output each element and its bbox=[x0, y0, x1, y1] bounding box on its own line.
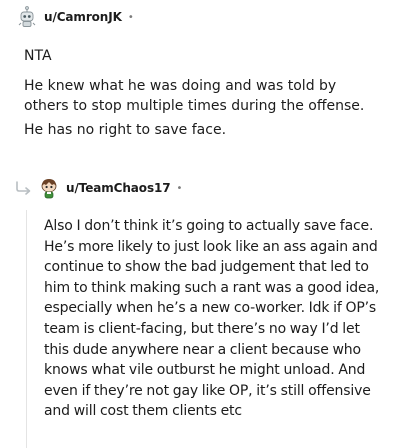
comment-paragraph: NTA bbox=[24, 48, 52, 64]
meta-separator: • bbox=[176, 182, 183, 194]
comment-header: u/CamronJK • bbox=[16, 5, 134, 29]
brown-hair-snoo-avatar-icon[interactable] bbox=[38, 177, 60, 199]
username-link[interactable]: u/TeamChaos17 bbox=[66, 181, 171, 195]
thread-line[interactable] bbox=[26, 210, 27, 448]
robot-snoo-avatar-icon[interactable] bbox=[16, 6, 38, 28]
meta-separator: • bbox=[127, 11, 134, 23]
comment-paragraph: Also I don’t think it’s going to actuall… bbox=[44, 218, 380, 420]
username-link[interactable]: u/CamronJK bbox=[44, 10, 122, 24]
comment-paragraph: He knew what he was doing and was told b… bbox=[24, 78, 365, 114]
comment-header: u/TeamChaos17 • bbox=[38, 176, 182, 200]
reply-arrow-icon bbox=[14, 180, 34, 196]
comment-paragraph: He has no right to save face. bbox=[24, 122, 227, 138]
comment-body: NTA He knew what he was doing and was to… bbox=[24, 46, 384, 150]
comment-body: Also I don’t think it’s going to actuall… bbox=[44, 216, 384, 422]
